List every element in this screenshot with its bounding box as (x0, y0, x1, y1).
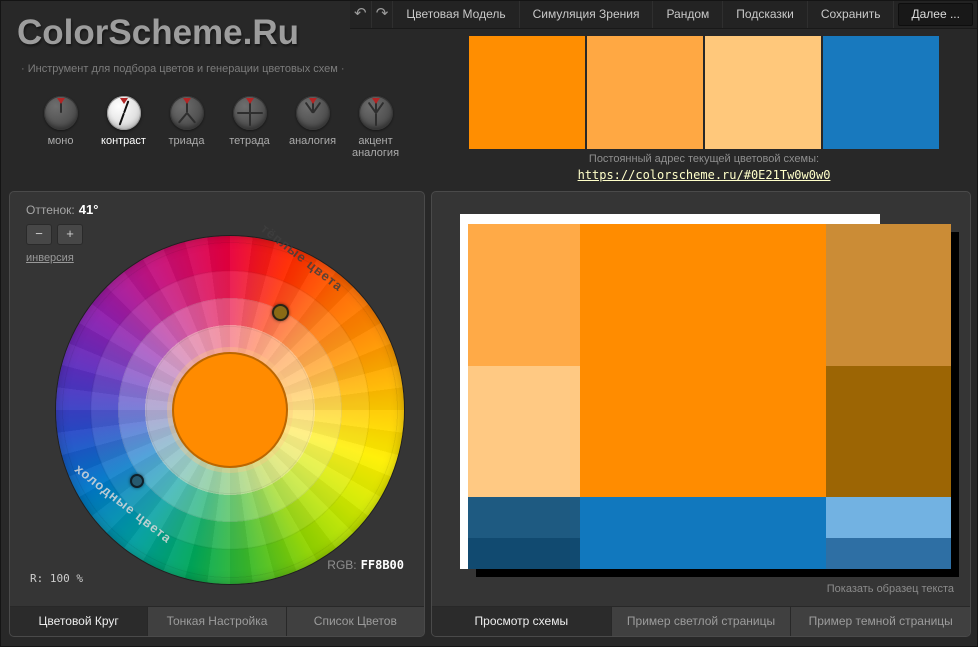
menu-item-random[interactable]: Рандом (653, 1, 724, 28)
preview-panel: Показать образец текста Просмотр схемы П… (431, 191, 971, 637)
scheme-type-contrast[interactable]: контраст (92, 96, 155, 159)
tab-color-list[interactable]: Список Цветов (286, 607, 424, 636)
next-button[interactable]: Далее ... (898, 3, 973, 26)
analog-dial-icon (295, 96, 330, 130)
wheel-panel: Оттенок: 41° − + инверсия тёплые цвета хо… (9, 191, 425, 637)
menu-item-save[interactable]: Сохранить (808, 1, 895, 28)
hue-readout: Оттенок: 41° (26, 202, 98, 217)
preview-block-left-top (468, 224, 580, 366)
site-tagline: · Инструмент для подбора цветов и генера… (21, 63, 345, 75)
site-logo[interactable]: ColorScheme.Ru (17, 13, 299, 53)
scheme-type-selector: моно контраст триада тетрада аналогия ак… (29, 96, 407, 159)
tab-dark-page-example[interactable]: Пример темной страницы (791, 607, 970, 636)
preview-block-blue-center (580, 497, 826, 569)
scheme-type-mono[interactable]: моно (29, 96, 92, 159)
rgb-hex-value: FF8B00 (360, 558, 404, 572)
dial-pointer-icon (245, 98, 254, 104)
menu-item-color-model[interactable]: Цветовая Модель (393, 1, 520, 28)
selected-color-disc[interactable] (172, 352, 288, 468)
tetrad-dial-icon (232, 96, 267, 130)
preview-block-right-bottom (826, 366, 951, 497)
contrast-dial-icon (106, 96, 141, 130)
rgb-hex-label: RGB: (327, 558, 357, 572)
mono-dial-icon (43, 96, 78, 130)
color-wheel-area: тёплые цвета холодные цвета (56, 221, 404, 584)
tab-fine-tuning[interactable]: Тонкая Настройка (148, 607, 287, 636)
palette-strip (469, 36, 939, 149)
dial-pointer-icon (119, 98, 128, 104)
hue-label: Оттенок: (26, 203, 75, 217)
dial-pointer-icon (371, 98, 380, 104)
top-menubar: ↶ ↷ Цветовая Модель Симуляция Зрения Ран… (350, 1, 977, 29)
preview-scheme-blocks (468, 224, 951, 569)
palette-swatch-2[interactable] (587, 36, 703, 149)
wheel-marker-primary[interactable] (272, 304, 289, 321)
colorscheme-app: ColorScheme.Ru · Инструмент для подбора … (0, 0, 978, 647)
tab-scheme-preview[interactable]: Просмотр схемы (432, 607, 612, 636)
preview-block-blue-right-2 (826, 538, 951, 569)
redo-icon[interactable]: ↷ (372, 1, 394, 28)
preview-block-center (580, 224, 826, 497)
dial-pointer-icon (182, 98, 191, 104)
preview-block-right-top (826, 224, 951, 366)
preview-panel-tabs: Просмотр схемы Пример светлой страницы П… (432, 606, 970, 636)
tab-color-wheel[interactable]: Цветовой Круг (10, 607, 149, 636)
menu-item-hints[interactable]: Подсказки (723, 1, 808, 28)
preview-block-blue-right-1 (826, 497, 951, 538)
preview-block-blue-left-1 (468, 497, 580, 538)
hue-minus-button[interactable]: − (26, 224, 52, 245)
preview-block-left-bottom (468, 366, 580, 497)
dial-pointer-icon (308, 98, 317, 104)
scheme-type-accent-analog[interactable]: акцент аналогия (344, 96, 407, 159)
dial-pointer-icon (56, 98, 65, 104)
show-sample-text-link[interactable]: Показать образец текста (827, 583, 954, 595)
palette-swatch-1[interactable] (469, 36, 585, 149)
wheel-panel-tabs: Цветовой Круг Тонкая Настройка Список Цв… (10, 606, 424, 636)
accent-analog-dial-icon (358, 96, 393, 130)
scheme-type-tetrad[interactable]: тетрада (218, 96, 281, 159)
permalink-label: Постоянный адрес текущей цветовой схемы: (588, 153, 820, 165)
preview-block-blue-left-2 (468, 538, 580, 569)
scheme-type-analog[interactable]: аналогия (281, 96, 344, 159)
palette-swatch-4[interactable] (823, 36, 939, 149)
permalink-block: Постоянный адрес текущей цветовой схемы:… (469, 153, 939, 184)
triad-dial-icon (169, 96, 204, 130)
palette-swatch-3[interactable] (705, 36, 821, 149)
scheme-type-triad[interactable]: триада (155, 96, 218, 159)
hue-value: 41° (78, 202, 99, 217)
menu-item-vision-simulation[interactable]: Симуляция Зрения (520, 1, 654, 28)
wheel-marker-secondary[interactable] (130, 474, 144, 488)
undo-icon[interactable]: ↶ (350, 1, 372, 28)
tab-light-page-example[interactable]: Пример светлой страницы (611, 607, 792, 636)
rgb-hex-readout: RGB: FF8B00 (327, 558, 404, 572)
permalink-url[interactable]: https://colorscheme.ru/#0E21Tw0w0w0 (578, 168, 831, 182)
